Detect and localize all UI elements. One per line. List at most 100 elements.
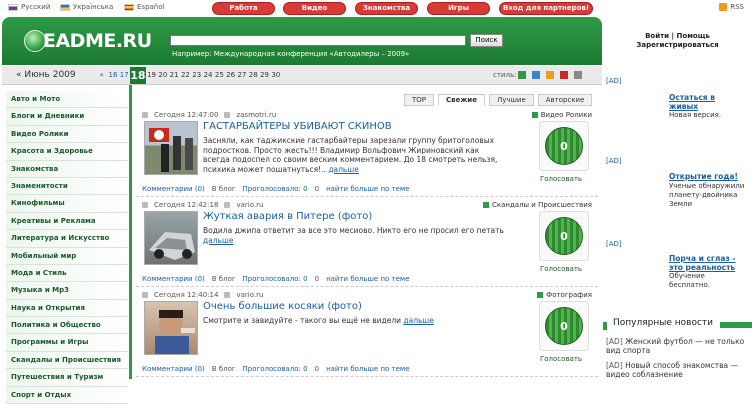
vote-counter[interactable]: 0 (545, 217, 583, 255)
video-button[interactable]: Видео (283, 2, 346, 15)
rss-link[interactable]: RSS (719, 3, 744, 11)
style-swatch-blue[interactable] (532, 71, 540, 79)
auth-panel: Войти | Помощь Зарегистрироваться (603, 17, 752, 65)
ad-description: Ученые обнаружили планету-двойника Земли (669, 182, 745, 208)
day-link[interactable]: 22 (180, 71, 191, 84)
style-swatch-gray[interactable] (574, 71, 582, 79)
sidebar-item[interactable]: Музыка и Mp3 (6, 282, 128, 300)
post-source[interactable]: zasmotri.ru (236, 111, 276, 119)
vote-button[interactable]: Голосовать (540, 265, 582, 273)
vote-counter[interactable]: 0 (545, 307, 583, 345)
vote-button[interactable]: Голосовать (540, 355, 582, 363)
voted-count[interactable]: Проголосовало: 0 (243, 275, 308, 283)
day-link[interactable]: 16 (107, 71, 118, 84)
style-swatch-green[interactable] (518, 71, 526, 79)
day-link[interactable]: 24 (202, 71, 213, 84)
sidebar-item[interactable]: Знакомства (6, 160, 128, 178)
post-category[interactable]: Фотография (537, 291, 592, 299)
lang-russian[interactable]: Русский (8, 3, 50, 11)
post-title[interactable]: ГАСТАРБАЙТЕРЫ УБИВАЮТ СКИНОВ (203, 121, 392, 132)
lang-spanish[interactable]: Español (124, 3, 164, 11)
popular-item[interactable]: [AD] Новый способ знакомства — видео соб… (606, 361, 752, 379)
sidebar-item[interactable]: Литература и Искусство (6, 230, 128, 248)
more-link[interactable]: дальше (328, 165, 358, 174)
comments-link[interactable]: Комментарии (0) (142, 275, 205, 283)
dating-button[interactable]: Знакомства (355, 2, 418, 15)
popular-item[interactable]: [AD] Женский футбол — не только вид спор… (606, 337, 752, 355)
style-swatch-orange[interactable] (546, 71, 554, 79)
day-link[interactable]: 26 (225, 71, 236, 84)
site-logo[interactable]: EADME.RU (24, 30, 152, 52)
more-link[interactable]: дальше (403, 316, 433, 325)
voted-count[interactable]: Проголосовало: 0 (243, 365, 308, 373)
sidebar-item[interactable]: Мода и Стиль (6, 264, 128, 283)
style-swatch-red[interactable] (560, 71, 568, 79)
login-link[interactable]: Войти (645, 32, 669, 40)
sidebar-item[interactable]: Скандалы и Происшествия (6, 351, 128, 370)
sidebar-item[interactable]: Программы и Игры (6, 334, 128, 352)
vote-button[interactable]: Голосовать (540, 175, 582, 183)
vote-counter[interactable]: 0 (545, 127, 583, 165)
ad-headline[interactable]: Открытие года! (669, 172, 745, 181)
tab-top[interactable]: TOP (404, 94, 435, 106)
more-link[interactable]: дальше (203, 236, 233, 245)
post-title[interactable]: Очень большие косяки (фото) (203, 301, 362, 312)
post-title[interactable]: Жуткая авария в Питере (фото) (203, 211, 372, 222)
day-link[interactable]: 28 (248, 71, 259, 84)
to-blog-link[interactable]: В блог (212, 185, 236, 193)
search-input[interactable] (170, 35, 466, 46)
sidebar-item[interactable]: Путешествия и Туризм (6, 369, 128, 387)
comments-link[interactable]: Комментарии (0) (142, 185, 205, 193)
day-link[interactable]: 30 (270, 71, 281, 84)
partner-login-button[interactable]: Вход для партнеров! (499, 2, 593, 15)
sidebar-item[interactable]: Мобильный мир (6, 247, 128, 265)
post-time: Сегодня 12:40:14 (154, 291, 219, 299)
games-button[interactable]: Игры (427, 2, 490, 15)
post-source[interactable]: vario.ru (236, 291, 263, 299)
post-category[interactable]: Видео Ролики (531, 111, 592, 119)
ad-headline[interactable]: Порча и сглаз - это реальность (669, 254, 747, 272)
voted-count[interactable]: Проголосовало: 0 (243, 185, 308, 193)
sidebar-item[interactable]: Авто и Мото (6, 91, 128, 109)
post-thumbnail[interactable] (144, 121, 198, 175)
comments-link[interactable]: Комментарии (0) (142, 365, 205, 373)
post-thumbnail[interactable] (144, 301, 198, 355)
day-link[interactable]: 23 (191, 71, 202, 84)
sidebar-item[interactable]: Креативы и Реклама (6, 212, 128, 231)
post-category[interactable]: Скандалы и Происшествия (482, 201, 592, 209)
month-selector[interactable]: « Июнь 2009 (16, 70, 76, 80)
help-link[interactable]: Помощь (677, 32, 710, 40)
day-link[interactable]: 20 (157, 71, 168, 84)
register-link[interactable]: Зарегистрироваться (636, 41, 718, 49)
sidebar-item[interactable]: Наука и Открытия (6, 299, 128, 318)
find-more-link[interactable]: найти больше по теме (326, 275, 409, 283)
day-link[interactable]: 19 (146, 71, 157, 84)
day-link[interactable]: 21 (168, 71, 179, 84)
sidebar-item[interactable]: Политика и Общество (6, 317, 128, 335)
ad-headline[interactable]: Остаться в живых (669, 93, 741, 111)
prev-day-arrow[interactable]: « (96, 71, 107, 84)
tab-best[interactable]: Лучшие (488, 94, 534, 106)
day-link[interactable]: 17 (119, 71, 130, 84)
sidebar-item[interactable]: Видео Ролики (6, 125, 128, 144)
day-link[interactable]: 25 (214, 71, 225, 84)
search-button[interactable]: Поиск (470, 34, 503, 47)
top-bar: Русский Українська Español Работа Видео … (0, 0, 752, 15)
day-link[interactable]: 29 (259, 71, 270, 84)
find-more-link[interactable]: найти больше по теме (326, 365, 409, 373)
sidebar-item[interactable]: Спорт и Отдых (6, 386, 128, 404)
sidebar-item[interactable]: Блоги и Дневники (6, 108, 128, 126)
day-link[interactable]: 27 (236, 71, 247, 84)
jobs-button[interactable]: Работа (212, 2, 275, 15)
sidebar-item[interactable]: Красота и Здоровье (6, 143, 128, 161)
sidebar-item[interactable]: Кинофильмы (6, 195, 128, 213)
lang-ukrainian[interactable]: Українська (60, 3, 113, 11)
to-blog-link[interactable]: В блог (212, 365, 236, 373)
post-source[interactable]: vario.ru (236, 201, 263, 209)
sidebar-item[interactable]: Знаменитости (6, 177, 128, 196)
post-thumbnail[interactable] (144, 211, 198, 265)
to-blog-link[interactable]: В блог (212, 275, 236, 283)
tab-authored[interactable]: Авторские (537, 94, 593, 106)
find-more-link[interactable]: найти больше по теме (326, 185, 409, 193)
tab-fresh[interactable]: Свежие (438, 94, 485, 106)
